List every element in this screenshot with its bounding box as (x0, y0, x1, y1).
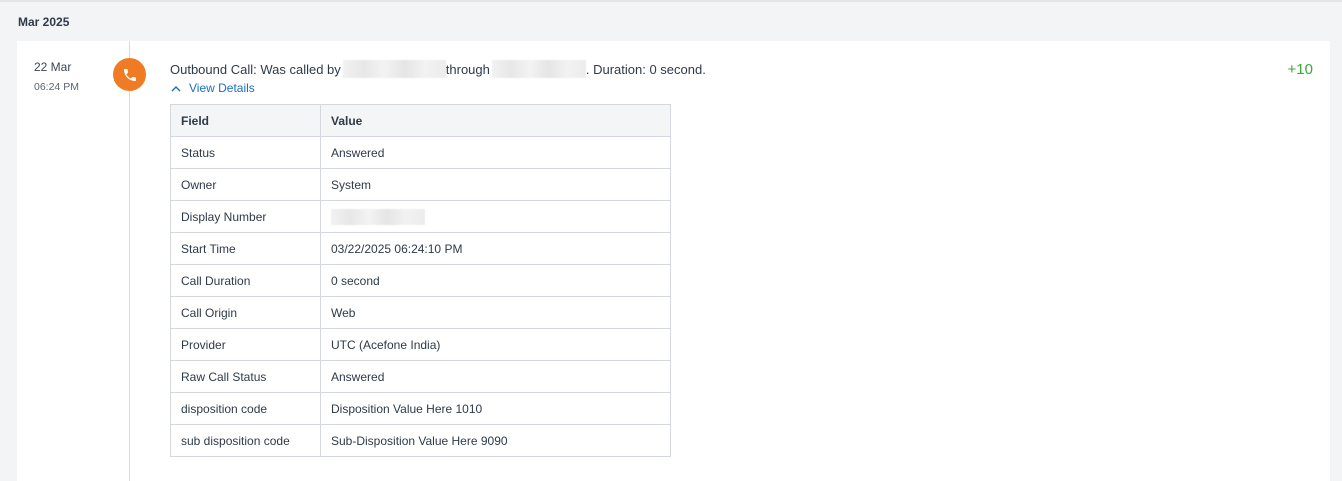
field-cell: Display Number (170, 200, 321, 233)
field-cell: Owner (170, 168, 321, 201)
activity-summary: Outbound Call: Was called by through . D… (170, 60, 706, 78)
column-header-field: Field (170, 104, 321, 137)
field-cell: disposition code (170, 392, 321, 425)
activity-card: 22 Mar 06:24 PM Outbound Call: Was calle… (17, 41, 1330, 481)
value-cell: Disposition Value Here 1010 (320, 392, 671, 425)
field-cell: Call Duration (170, 264, 321, 297)
value-cell: Sub-Disposition Value Here 9090 (320, 424, 671, 457)
value-cell: System (320, 168, 671, 201)
field-cell: Start Time (170, 232, 321, 265)
value-cell: Answered (320, 136, 671, 169)
field-cell: Provider (170, 328, 321, 361)
summary-suffix: . Duration: 0 second. (585, 61, 706, 77)
call-details-table: Field Value Status Answered Owner System… (170, 104, 671, 457)
field-cell: Call Origin (170, 296, 321, 329)
table-row: Provider UTC (Acefone India) (170, 328, 671, 361)
table-row: Owner System (170, 168, 671, 201)
top-divider (0, 0, 1342, 2)
field-cell: sub disposition code (170, 424, 321, 457)
table-row: Display Number (170, 200, 671, 233)
value-cell: UTC (Acefone India) (320, 328, 671, 361)
table-row: sub disposition code Sub-Disposition Val… (170, 424, 671, 457)
value-cell: Web (320, 296, 671, 329)
table-row: disposition code Disposition Value Here … (170, 392, 671, 425)
value-cell: Answered (320, 360, 671, 393)
table-row: Start Time 03/22/2025 06:24:10 PM (170, 232, 671, 265)
view-details-toggle[interactable]: View Details (169, 81, 255, 95)
table-row: Call Duration 0 second (170, 264, 671, 297)
activity-time: 06:24 PM (34, 81, 79, 93)
value-cell (320, 200, 671, 233)
score-points: +10 (1287, 61, 1313, 78)
redacted-number (491, 60, 586, 78)
activity-date: 22 Mar (34, 60, 72, 74)
field-cell: Raw Call Status (170, 360, 321, 393)
value-cell: 0 second (320, 264, 671, 297)
phone-icon (113, 58, 146, 91)
field-cell: Status (170, 136, 321, 169)
chevron-up-icon (169, 83, 183, 93)
summary-middle: through (445, 61, 490, 77)
timeline-line (129, 41, 130, 481)
column-header-value: Value (320, 104, 671, 137)
table-row: Raw Call Status Answered (170, 360, 671, 393)
table-row: Call Origin Web (170, 296, 671, 329)
table-row: Status Answered (170, 136, 671, 169)
view-details-label: View Details (189, 81, 255, 95)
summary-prefix: Outbound Call: Was called by (170, 61, 341, 77)
month-header: Mar 2025 (18, 15, 70, 29)
redacted-display-number (331, 208, 425, 225)
table-header-row: Field Value (170, 104, 671, 137)
value-cell: 03/22/2025 06:24:10 PM (320, 232, 671, 265)
redacted-caller (342, 60, 446, 78)
